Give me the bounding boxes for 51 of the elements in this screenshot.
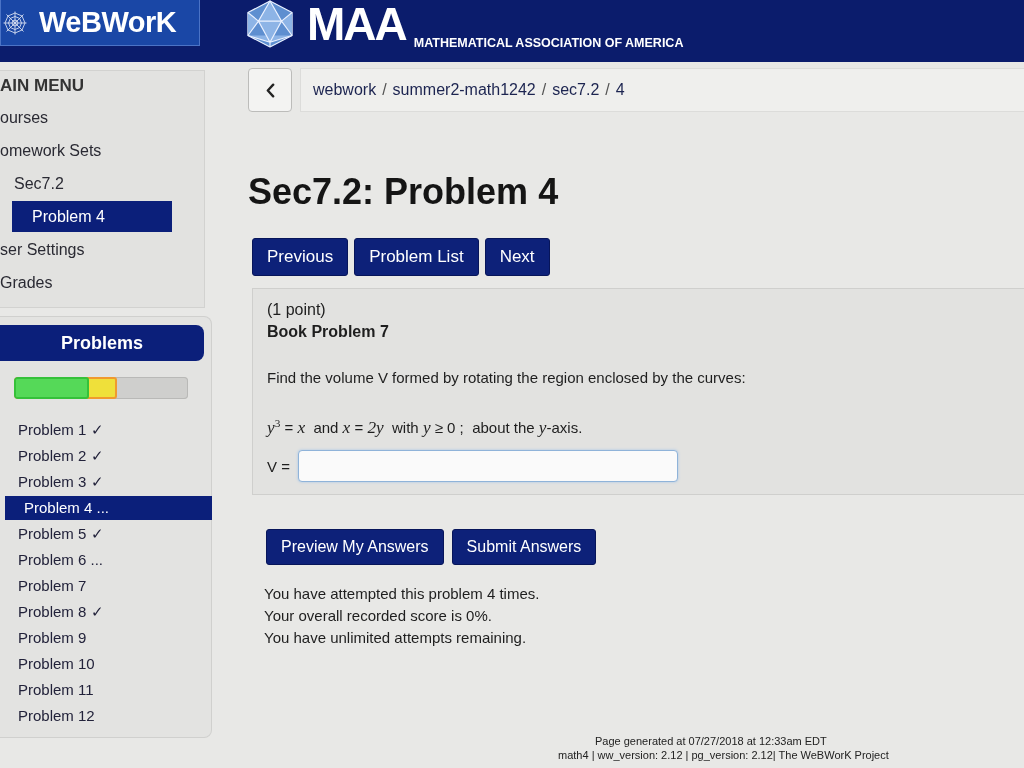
problem-link[interactable]: Problem 8 ✓ [0,599,112,625]
version-text: math4 | ww_version: 2.12 | pg_version: 2.12| The WeBWorK Project [558,749,889,761]
menu-title: AIN MENU [0,75,86,97]
generated-text: Page generated at 07/27/2018 at 12:33am EDT [595,735,827,747]
webwork-logo-text: WeBWorK [39,6,177,39]
answer-field[interactable] [297,450,678,482]
breadcrumb-link[interactable]: 4 [615,81,625,99]
problem-link[interactable]: Problem 11 [0,677,102,703]
nav-button[interactable]: Next [484,238,550,276]
nav-button[interactable]: Previous [252,238,349,276]
preview-answers-button[interactable]: Preview My Answers [266,529,444,565]
menu-item[interactable]: Sec7.2 [6,168,64,199]
problem-link[interactable]: Problem 7 [0,573,95,599]
polyhedron-logo-icon [245,0,295,48]
maa-logo-text: MAA [307,0,406,48]
attempt-message: You have attempted this problem 4 times. [264,584,540,604]
attempt-message: You have unlimited attempts remaining. [264,628,527,648]
spider-web-icon [3,10,27,35]
chevron-left-icon [265,82,275,98]
nav-button[interactable]: Problem List [354,238,479,276]
association-name: MATHEMATICAL ASSOCIATION OF AMERICA [413,36,684,50]
attempt-message: Your overall recorded score is 0%. [264,606,492,626]
problem-prompt: Find the volume V formed by rotating the region enclosed by the curves: [267,368,746,388]
problem-link[interactable]: Problem 5 ✓ [0,521,112,547]
problem-heading: Book Problem 7 [267,322,389,342]
points-text: (1 point) [267,300,326,320]
equation-text: y$^{3}$ = x and x = 2y with y ≥ 0 ; about the y-axis. [267,419,583,436]
menu-item[interactable]: Grades [0,267,53,298]
back-button[interactable] [248,68,292,112]
menu-item[interactable]: ser Settings [0,234,85,265]
problem-link[interactable]: Problem 10 [0,651,103,677]
problem-link[interactable]: Problem 4 ... [5,496,212,520]
menu-item[interactable]: ourses [0,102,49,133]
submit-answers-button[interactable]: Submit Answers [451,529,597,565]
breadcrumb-separator: / [605,81,610,99]
problem-link[interactable]: Problem 6 ... [0,547,112,573]
problem-link[interactable]: Problem 9 [0,625,95,651]
problem-link[interactable]: Problem 3 ✓ [0,469,112,495]
problem-link[interactable]: Problem 2 ✓ [0,443,112,469]
problem-link[interactable]: Problem 1 ✓ [0,417,112,443]
breadcrumb-separator: / [541,81,547,99]
problems-header: Problems [0,325,204,361]
breadcrumb-link[interactable]: webwork [313,81,377,99]
breadcrumb-link[interactable]: summer2-math1242 [392,81,536,99]
menu-item[interactable]: Problem 4 [12,201,172,232]
problem-link[interactable]: Problem 12 [0,703,103,729]
answer-label: V = [267,457,290,475]
problem-title: Sec7.2: Problem 4 [248,170,559,214]
breadcrumb-link[interactable]: sec7.2 [552,81,600,99]
menu-item[interactable]: omework Sets [0,135,102,166]
breadcrumb-separator: / [382,81,387,99]
